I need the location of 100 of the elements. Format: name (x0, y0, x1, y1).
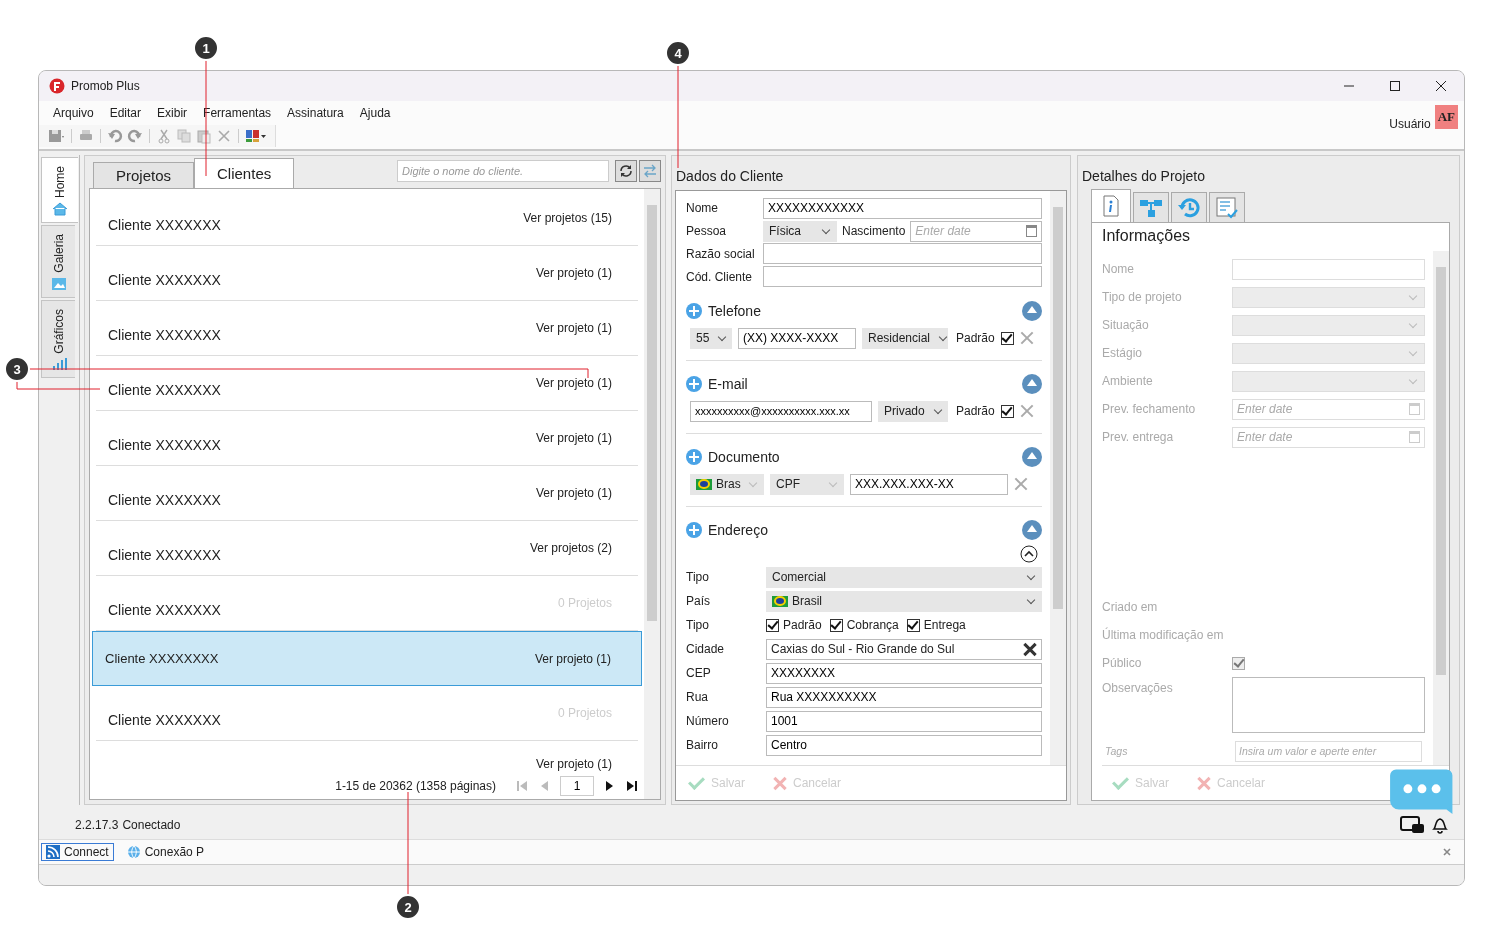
input-field[interactable] (1232, 258, 1425, 280)
client-code-field[interactable] (763, 266, 1042, 288)
dropdown[interactable] (1232, 314, 1425, 336)
checkbox[interactable] (1000, 404, 1014, 418)
clear-icon[interactable] (1023, 642, 1037, 656)
notification-bell-icon[interactable] (1430, 815, 1450, 835)
projects-link[interactable]: Ver projeto (1) (535, 486, 612, 520)
name-field[interactable]: XXXXXXXXXXXX (763, 197, 1042, 219)
checkbox[interactable] (829, 618, 843, 632)
checkbox[interactable] (766, 618, 779, 632)
menu-item[interactable]: Arquivo (45, 106, 102, 120)
country-dropdown[interactable]: Brasil (766, 590, 1042, 612)
email-field[interactable]: xxxxxxxxxx@xxxxxxxxxx.xxx.xx (690, 400, 872, 422)
side-tab[interactable]: Gráficos (41, 299, 75, 379)
undo-icon[interactable] (107, 128, 123, 144)
input-field[interactable]: Rua XXXXXXXXXX (766, 686, 1042, 708)
document-field[interactable]: XXX.XXX.XXX-XX (850, 473, 1008, 495)
phone-type-dropdown[interactable]: Residencial (862, 327, 948, 349)
phone-field[interactable]: (XX) XXXX-XXXX (738, 327, 856, 349)
save-icon[interactable] (47, 128, 65, 144)
projects-link[interactable]: Ver projeto (1) (535, 376, 612, 410)
dropdown[interactable]: Comercial (766, 566, 1042, 588)
checkbox[interactable] (906, 618, 920, 632)
projects-link[interactable]: Ver projetos (15) (523, 211, 612, 245)
side-tab[interactable]: Galeria (41, 225, 75, 298)
collapse-up-icon[interactable] (1020, 545, 1038, 563)
client-row[interactable]: Cliente XXXXXXX Ver projeto (1) (96, 301, 638, 356)
search-field[interactable]: Digite o nome do cliente. (397, 160, 609, 182)
input-field[interactable]: XXXXXXXX (766, 662, 1042, 684)
country-dropdown[interactable]: Bras (690, 473, 764, 495)
input-field[interactable]: Centro (766, 734, 1042, 756)
redo-icon[interactable] (127, 128, 143, 144)
tab[interactable] (1133, 192, 1169, 222)
city-field[interactable]: Caxias do Sul - Rio Grande do Sul (766, 638, 1042, 660)
tab[interactable]: Projetos (93, 162, 195, 188)
side-tab[interactable]: Home (41, 157, 78, 223)
tab[interactable]: Clientes (194, 158, 295, 188)
scrollbar[interactable] (1050, 191, 1066, 765)
person-type-dropdown[interactable]: Física (763, 220, 837, 242)
dropdown[interactable] (1232, 286, 1425, 308)
country-code-dropdown[interactable]: 55 (690, 327, 732, 349)
projects-link[interactable]: Ver projeto (1) (535, 757, 612, 771)
client-row[interactable]: Cliente XXXXXXXX Ver projeto (1) (92, 631, 642, 686)
add-icon[interactable] (686, 522, 702, 538)
first-page-icon[interactable] (516, 780, 528, 792)
dropdown[interactable] (1232, 342, 1425, 364)
user-avatar[interactable]: AF (1434, 105, 1458, 129)
client-row[interactable]: Cliente XXXXXXX Ver projetos (15) (96, 191, 638, 246)
collapse-icon[interactable] (1022, 374, 1042, 394)
remove-icon[interactable] (1019, 404, 1034, 418)
remove-icon[interactable] (1014, 477, 1028, 491)
collapse-icon[interactable] (1022, 301, 1042, 321)
projects-link[interactable]: Ver projeto (1) (535, 266, 612, 300)
tab[interactable] (1171, 192, 1207, 222)
tab[interactable] (1209, 192, 1245, 222)
company-name-field[interactable] (763, 243, 1042, 265)
copy-icon[interactable] (176, 128, 192, 144)
delete-icon[interactable] (216, 128, 232, 144)
notes-field[interactable] (1232, 677, 1425, 733)
projects-link[interactable]: Ver projeto (1) (535, 431, 612, 465)
dropdown[interactable] (1232, 370, 1425, 392)
page-number-field[interactable]: 1 (560, 776, 594, 796)
scrollbar[interactable] (1433, 251, 1449, 765)
close-icon[interactable] (1442, 847, 1452, 857)
add-icon[interactable] (686, 303, 702, 319)
input-field[interactable]: 1001 (766, 710, 1042, 732)
add-icon[interactable] (686, 449, 702, 465)
client-row[interactable]: Cliente XXXXXXX Ver projeto (1) (96, 411, 638, 466)
projects-link[interactable]: Ver projeto (1) (535, 321, 612, 355)
menu-item[interactable]: Assinatura (279, 106, 352, 120)
cut-icon[interactable] (156, 128, 172, 144)
scrollbar[interactable] (644, 189, 660, 799)
add-icon[interactable] (686, 376, 702, 392)
paste-icon[interactable] (196, 128, 212, 144)
screens-icon[interactable] (1400, 815, 1426, 835)
tab[interactable] (1091, 189, 1131, 222)
client-row[interactable]: Ver projeto (1) (96, 741, 638, 771)
last-page-icon[interactable] (626, 780, 638, 792)
projects-link[interactable]: Ver projetos (2) (529, 541, 612, 575)
menu-item[interactable]: Ajuda (351, 106, 399, 120)
menu-item[interactable]: Editar (101, 106, 150, 120)
document-type-dropdown[interactable]: CPF (770, 473, 844, 495)
connection-tab[interactable]: Connect (41, 843, 114, 861)
checkbox[interactable] (1000, 331, 1014, 345)
email-type-dropdown[interactable]: Privado (878, 400, 948, 422)
connection-tab[interactable]: Conexão P (121, 843, 210, 861)
collapse-icon[interactable] (1022, 520, 1042, 540)
menu-item[interactable]: Exibir (149, 106, 196, 120)
checkbox[interactable] (1232, 656, 1245, 670)
client-row[interactable]: Cliente XXXXXXX Ver projeto (1) (96, 466, 638, 521)
client-row[interactable]: Cliente XXXXXXX Ver projeto (1) (96, 246, 638, 301)
refresh-button[interactable] (615, 160, 637, 182)
color-palette-icon[interactable] (245, 128, 267, 144)
menu-item[interactable]: Ferramentas (195, 106, 280, 120)
projects-link[interactable]: Ver projeto (1) (534, 651, 611, 666)
client-row[interactable]: Cliente XXXXXXX Ver projetos (2) (96, 521, 638, 576)
tags-field[interactable]: Insira um valor e aperte enter (1235, 740, 1422, 762)
client-row[interactable]: Cliente XXXXXXX Ver projeto (1) (96, 356, 638, 411)
remove-icon[interactable] (1019, 331, 1034, 345)
collapse-icon[interactable] (1022, 447, 1042, 467)
